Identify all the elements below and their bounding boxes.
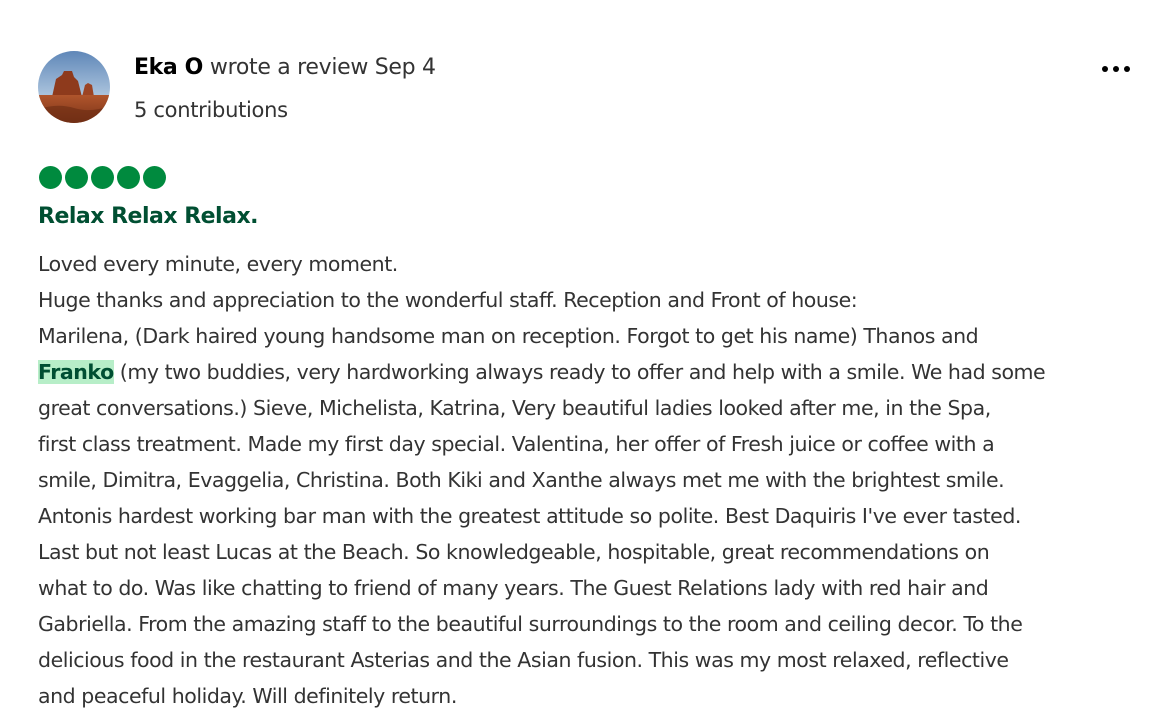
review-text-line: Huge thanks and appreciation to the wond… xyxy=(38,282,1148,318)
review-text: Loved every minute, every moment. Huge th… xyxy=(38,246,1148,714)
avatar-photo-icon xyxy=(38,51,110,123)
review-text-segment: great conversations.) Sieve, Michelista,… xyxy=(38,396,991,420)
review-title[interactable]: Relax Relax Relax. xyxy=(38,201,259,233)
review-text-line: Antonis hardest working bar man with the… xyxy=(38,498,1148,534)
review-text-line: Gabriella. From the amazing staff to the… xyxy=(38,606,1148,642)
review-text-line: Loved every minute, every moment. xyxy=(38,246,1148,282)
more-options-button[interactable] xyxy=(1094,54,1138,84)
review-header: Eka O wrote a review Sep 4 xyxy=(134,53,436,83)
highlighted-mention: Franko xyxy=(38,360,114,384)
review-text-segment: Antonis hardest working bar man with the… xyxy=(38,504,1021,528)
review-text-segment: Huge thanks and appreciation to the wond… xyxy=(38,288,858,312)
review-text-segment: smile, Dimitra, Evaggelia, Christina. Bo… xyxy=(38,468,1005,492)
rating-bubble-icon xyxy=(39,166,62,189)
review-text-line: Last but not least Lucas at the Beach. S… xyxy=(38,534,1148,570)
review-text-segment: (my two buddies, very hardworking always… xyxy=(113,360,1046,384)
review-text-line: Marilena, (Dark haired young handsome ma… xyxy=(38,318,1148,354)
contributions-count: 5 contributions xyxy=(134,98,288,122)
review-text-line: what to do. Was like chatting to friend … xyxy=(38,570,1148,606)
review-text-line: and peaceful holiday. Will definitely re… xyxy=(38,678,1148,714)
review-text-segment: Marilena, (Dark haired young handsome ma… xyxy=(38,324,979,348)
rating-bubble-icon xyxy=(65,166,88,189)
author-avatar[interactable] xyxy=(38,51,110,123)
review-text-segment: first class treatment. Made my first day… xyxy=(38,432,995,456)
rating-bubble-icon xyxy=(91,166,114,189)
rating-bubbles xyxy=(39,166,166,189)
review-text-segment: Gabriella. From the amazing staff to the… xyxy=(38,612,1023,636)
review-text-segment: and peaceful holiday. Will definitely re… xyxy=(38,684,457,708)
review-text-segment: delicious food in the restaurant Asteria… xyxy=(38,648,1009,672)
review-text-line: Franko (my two buddies, very hardworking… xyxy=(38,354,1148,390)
review-text-line: first class treatment. Made my first day… xyxy=(38,426,1148,462)
review-text-line: great conversations.) Sieve, Michelista,… xyxy=(38,390,1148,426)
review-date-text: wrote a review Sep 4 xyxy=(209,55,436,80)
review-text-segment: Loved every minute, every moment. xyxy=(38,252,398,276)
rating-bubble-icon xyxy=(143,166,166,189)
author-name-link[interactable]: Eka O xyxy=(134,55,203,80)
more-options-icon xyxy=(1102,66,1130,72)
rating-bubble-icon xyxy=(117,166,140,189)
review-text-line: delicious food in the restaurant Asteria… xyxy=(38,642,1148,678)
review-text-segment: what to do. Was like chatting to friend … xyxy=(38,576,989,600)
review-text-segment: Last but not least Lucas at the Beach. S… xyxy=(38,540,990,564)
review-text-line: smile, Dimitra, Evaggelia, Christina. Bo… xyxy=(38,462,1148,498)
